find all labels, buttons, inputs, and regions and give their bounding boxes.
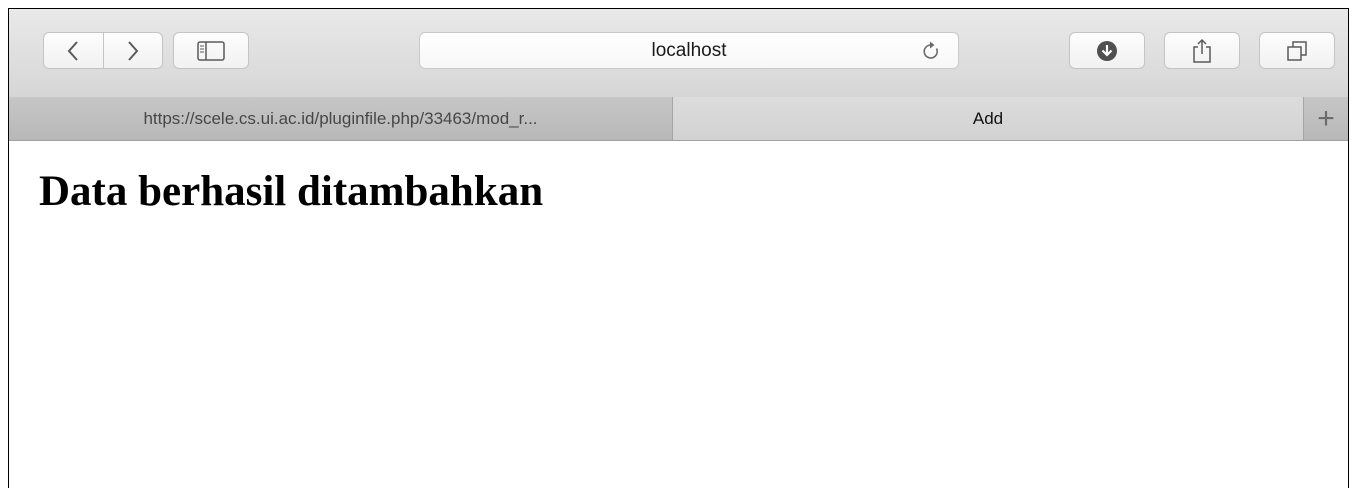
chevron-right-icon [128, 40, 139, 61]
new-tab-button[interactable]: + [1304, 97, 1348, 140]
address-text: localhost [651, 39, 727, 61]
forward-button[interactable] [102, 33, 163, 68]
share-icon [1193, 38, 1211, 63]
plus-icon: + [1317, 101, 1335, 135]
tab-add[interactable]: Add [673, 97, 1304, 140]
sidebar-icon [197, 40, 225, 61]
browser-toolbar: localhost [9, 9, 1348, 97]
reload-icon [923, 41, 938, 59]
chevron-left-icon [67, 40, 78, 61]
reload-button[interactable] [920, 40, 942, 62]
tab-label: https://scele.cs.ui.ac.id/pluginfile.php… [143, 108, 538, 128]
tab-label: Add [972, 108, 1004, 128]
tab-overview-button[interactable] [1259, 32, 1335, 69]
page-content: Data berhasil ditambahkan [9, 141, 1348, 488]
tab-scele[interactable]: https://scele.cs.ui.ac.id/pluginfile.php… [9, 97, 673, 140]
tab-overview-icon [1287, 40, 1307, 61]
downloads-button[interactable] [1069, 32, 1145, 69]
tab-bar: https://scele.cs.ui.ac.id/pluginfile.php… [9, 97, 1348, 141]
address-bar[interactable]: localhost [419, 32, 959, 69]
browser-window: localhost https://scele.cs.ui.ac.id/plug… [8, 8, 1349, 488]
sidebar-button[interactable] [173, 32, 249, 69]
download-icon [1097, 40, 1117, 61]
navigation-buttons [43, 32, 163, 69]
page-heading: Data berhasil ditambahkan [39, 168, 544, 215]
back-button[interactable] [44, 33, 103, 68]
share-button[interactable] [1164, 32, 1240, 69]
